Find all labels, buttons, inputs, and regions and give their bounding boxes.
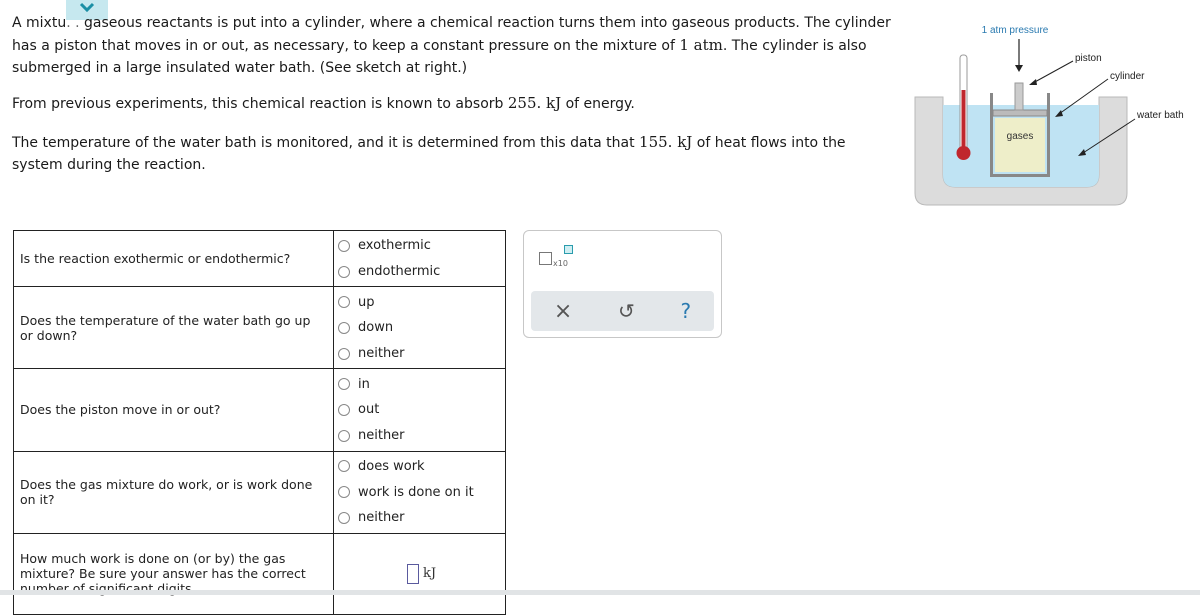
option-does-work[interactable]: does work	[338, 454, 505, 480]
option-neither[interactable]: neither	[338, 505, 505, 531]
option-label: work is done on it	[358, 484, 474, 500]
option-endothermic[interactable]: endothermic	[338, 259, 505, 285]
question-text: Is the reaction exothermic or endothermi…	[13, 229, 334, 288]
answer-options: in out neither	[333, 368, 506, 452]
undo-icon: ↺	[618, 299, 635, 323]
clear-button[interactable]: ×	[554, 299, 572, 324]
energy-value: 255. kJ	[507, 94, 562, 112]
heat-value: 155. kJ	[639, 133, 693, 151]
energy-text-end: of energy.	[561, 96, 635, 112]
option-label: down	[358, 320, 394, 336]
option-neither[interactable]: neither	[338, 341, 505, 367]
question-text: Does the gas mixture do work, or is work…	[13, 450, 334, 534]
water-bath-label: water bath	[1136, 110, 1184, 121]
tool-bar: × ↺ ?	[531, 291, 714, 331]
bottom-bar	[0, 590, 1200, 595]
question-table: Is the reaction exothermic or endothermi…	[13, 229, 506, 615]
radio-button[interactable]	[338, 486, 350, 499]
option-label: out	[358, 402, 380, 418]
option-out[interactable]: out	[338, 397, 505, 423]
option-label: neither	[358, 346, 405, 362]
heat-statement: The temperature of the water bath is mon…	[12, 131, 892, 176]
option-label: in	[358, 376, 370, 392]
pressure-value: 1 atm	[679, 36, 723, 54]
option-label: neither	[358, 510, 405, 526]
exponent-box-icon	[564, 245, 573, 254]
piston-label: piston	[1075, 53, 1102, 64]
option-label: exothermic	[358, 238, 431, 254]
answer-options: does work work is done on it neither	[333, 450, 506, 534]
chevron-down-icon	[79, 2, 95, 12]
radio-button[interactable]	[338, 403, 350, 416]
radio-button[interactable]	[338, 239, 350, 252]
work-answer-input[interactable]	[406, 563, 419, 584]
problem-intro: A mixtu. . gaseous reactants is put into…	[12, 12, 892, 79]
energy-statement: From previous experiments, this chemical…	[12, 92, 892, 115]
table-row: Is the reaction exothermic or endothermi…	[13, 229, 506, 288]
question-text: Does the temperature of the water bath g…	[13, 286, 334, 370]
scientific-notation-button[interactable]: x10	[539, 245, 579, 273]
close-icon: ×	[553, 298, 573, 324]
radio-button[interactable]	[338, 296, 350, 309]
radio-button[interactable]	[338, 378, 350, 391]
undo-button[interactable]: ↺	[618, 299, 635, 323]
table-row: Does the piston move in or out? in out n…	[13, 368, 506, 452]
option-label: up	[358, 294, 375, 310]
answer-options: up down neither	[333, 286, 506, 370]
option-work-done-on-it[interactable]: work is done on it	[338, 479, 505, 505]
x10-label: x10	[553, 259, 568, 268]
option-neither[interactable]: neither	[338, 423, 505, 449]
energy-text: From previous experiments, this chemical…	[12, 96, 508, 112]
math-tool-panel: x10 × ↺ ?	[523, 230, 722, 338]
pressure-label: 1 atm pressure	[982, 25, 1049, 36]
table-row: Does the temperature of the water bath g…	[13, 286, 506, 370]
option-down[interactable]: down	[338, 315, 505, 341]
radio-button[interactable]	[338, 460, 350, 473]
radio-button[interactable]	[338, 265, 350, 278]
unit-label: kJ	[422, 566, 437, 582]
heat-text: The temperature of the water bath is mon…	[12, 135, 640, 151]
radio-button[interactable]	[338, 511, 350, 524]
radio-button[interactable]	[338, 429, 350, 442]
answer-input-cell: kJ	[333, 532, 506, 615]
table-row: How much work is done on (or by) the gas…	[13, 532, 506, 615]
help-icon: ?	[680, 299, 692, 323]
option-label: neither	[358, 428, 405, 444]
help-button[interactable]: ?	[681, 299, 692, 323]
cylinder-label: cylinder	[1110, 71, 1145, 82]
radio-button[interactable]	[338, 321, 350, 334]
question-text: How much work is done on (or by) the gas…	[13, 532, 334, 615]
option-in[interactable]: in	[338, 371, 505, 397]
option-up[interactable]: up	[338, 289, 505, 315]
question-text: Does the piston move in or out?	[13, 368, 334, 452]
option-label: endothermic	[358, 264, 441, 280]
intro-hidden-text: . .	[66, 15, 80, 31]
option-label: does work	[358, 458, 425, 474]
gases-label: gases	[1007, 131, 1034, 142]
radio-button[interactable]	[338, 347, 350, 360]
intro-text: A mixtu	[12, 15, 67, 31]
apparatus-sketch: gases 1 atm pressure piston cylinder wat…	[914, 25, 1184, 206]
table-row: Does the gas mixture do work, or is work…	[13, 450, 506, 534]
answer-options: exothermic endothermic	[333, 229, 506, 288]
base-box-icon	[539, 252, 552, 265]
option-exothermic[interactable]: exothermic	[338, 233, 505, 259]
